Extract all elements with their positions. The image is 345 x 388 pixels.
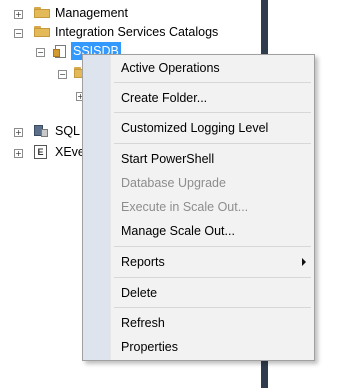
menu-item-create-folder[interactable]: Create Folder... <box>121 88 207 108</box>
sql-agent-icon <box>33 124 49 139</box>
menu-item-delete[interactable]: Delete <box>121 283 157 303</box>
menu-separator <box>114 112 311 113</box>
menu-item-refresh[interactable]: Refresh <box>121 313 165 333</box>
collapse-icon[interactable]: − <box>58 70 67 79</box>
menu-item-manage-scale-out[interactable]: Manage Scale Out... <box>121 221 235 241</box>
tree-node-label: SQL <box>55 124 81 138</box>
folder-icon <box>34 26 50 37</box>
tree-node-label: Integration Services Catalogs <box>55 25 219 39</box>
submenu-arrow-icon <box>302 258 306 266</box>
tree-node-sql-server-agent[interactable]: + SQL <box>0 122 80 140</box>
ssis-catalog-icon <box>53 44 68 58</box>
menu-item-active-operations[interactable]: Active Operations <box>121 58 220 78</box>
expand-icon[interactable]: + <box>14 10 23 19</box>
expand-icon[interactable]: + <box>14 149 23 158</box>
menu-item-database-upgrade: Database Upgrade <box>121 176 226 190</box>
menu-item-start-powershell[interactable]: Start PowerShell <box>121 149 214 169</box>
menu-icon-gutter <box>83 55 111 360</box>
tree-node-label: XEve <box>55 145 85 159</box>
menu-separator <box>114 246 311 247</box>
menu-item-execute-in-scale-out: Execute in Scale Out... <box>121 200 249 214</box>
tree-node-management[interactable]: + Management <box>0 4 255 22</box>
collapse-icon[interactable]: − <box>14 29 23 38</box>
menu-item-customized-logging-level[interactable]: Customized Logging Level <box>121 118 268 138</box>
tree-node-integration-services-catalogs[interactable]: − Integration Services Catalogs <box>0 23 255 41</box>
tree-node-label: Management <box>55 6 128 20</box>
menu-separator <box>114 82 311 83</box>
context-menu: Active Operations Create Folder... Custo… <box>82 54 315 361</box>
tree-node-child-folder[interactable]: − <box>0 64 90 82</box>
collapse-icon[interactable]: − <box>36 48 45 57</box>
menu-item-properties[interactable]: Properties <box>121 337 178 357</box>
expand-icon[interactable]: + <box>14 128 23 137</box>
menu-separator <box>114 277 311 278</box>
menu-separator <box>114 307 311 308</box>
xevent-icon: E <box>34 145 47 159</box>
tree-node-xevent-profiler[interactable]: + E XEve <box>0 143 85 161</box>
tree-node-grandchild[interactable]: + <box>0 86 85 104</box>
folder-icon <box>34 7 50 18</box>
menu-separator <box>114 143 311 144</box>
menu-item-reports[interactable]: Reports <box>121 252 165 272</box>
